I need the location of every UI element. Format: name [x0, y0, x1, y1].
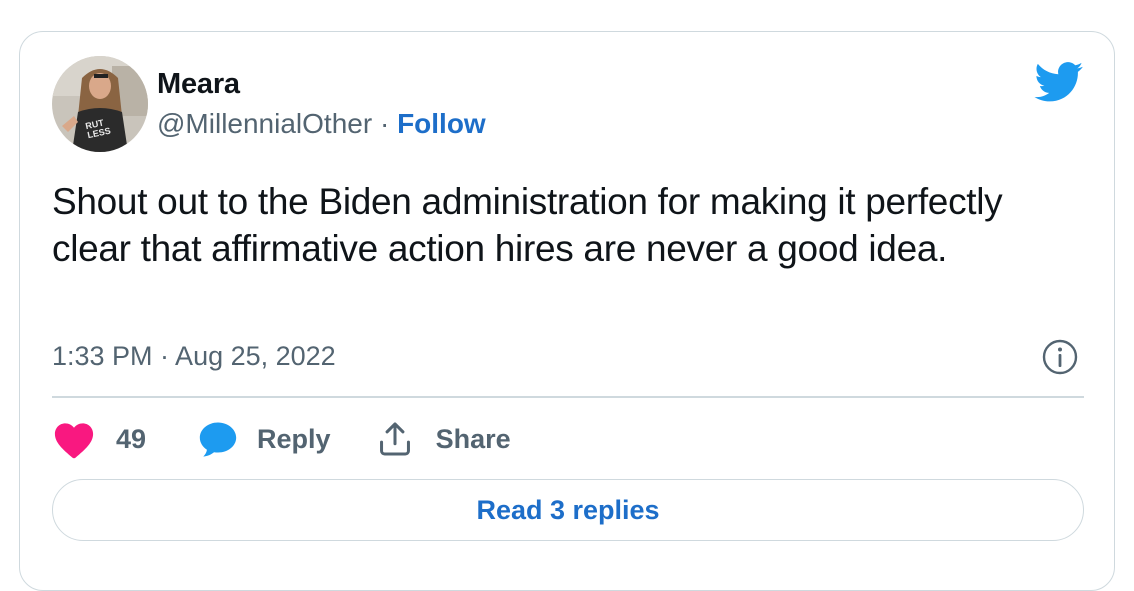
- share-button[interactable]: Share: [376, 420, 511, 458]
- author-handle[interactable]: @MillennialOther: [157, 108, 372, 139]
- reply-label: Reply: [257, 423, 331, 454]
- divider: [52, 396, 1084, 398]
- action-bar: 49 Reply Share: [52, 418, 511, 460]
- read-replies-button[interactable]: Read 3 replies: [52, 479, 1084, 541]
- share-icon: [379, 422, 410, 456]
- twitter-bird-icon[interactable]: [1034, 62, 1084, 102]
- author-handle-line: @MillennialOther · Follow: [157, 108, 486, 140]
- reply-button[interactable]: Reply: [198, 420, 331, 458]
- like-count: 49: [116, 423, 147, 454]
- heart-icon: [54, 423, 94, 459]
- like-button[interactable]: 49: [52, 419, 146, 459]
- speech-bubble-icon: [199, 422, 237, 457]
- follow-button[interactable]: Follow: [397, 108, 486, 139]
- info-icon[interactable]: [1042, 339, 1078, 375]
- author-name[interactable]: Meara: [157, 68, 240, 101]
- handle-separator: ·: [372, 108, 398, 139]
- avatar[interactable]: RUT LESS: [52, 56, 148, 152]
- tweet-timestamp[interactable]: 1:33 PM · Aug 25, 2022: [52, 341, 336, 372]
- tweet-text: Shout out to the Biden administration fo…: [52, 181, 1003, 269]
- share-label: Share: [435, 423, 511, 454]
